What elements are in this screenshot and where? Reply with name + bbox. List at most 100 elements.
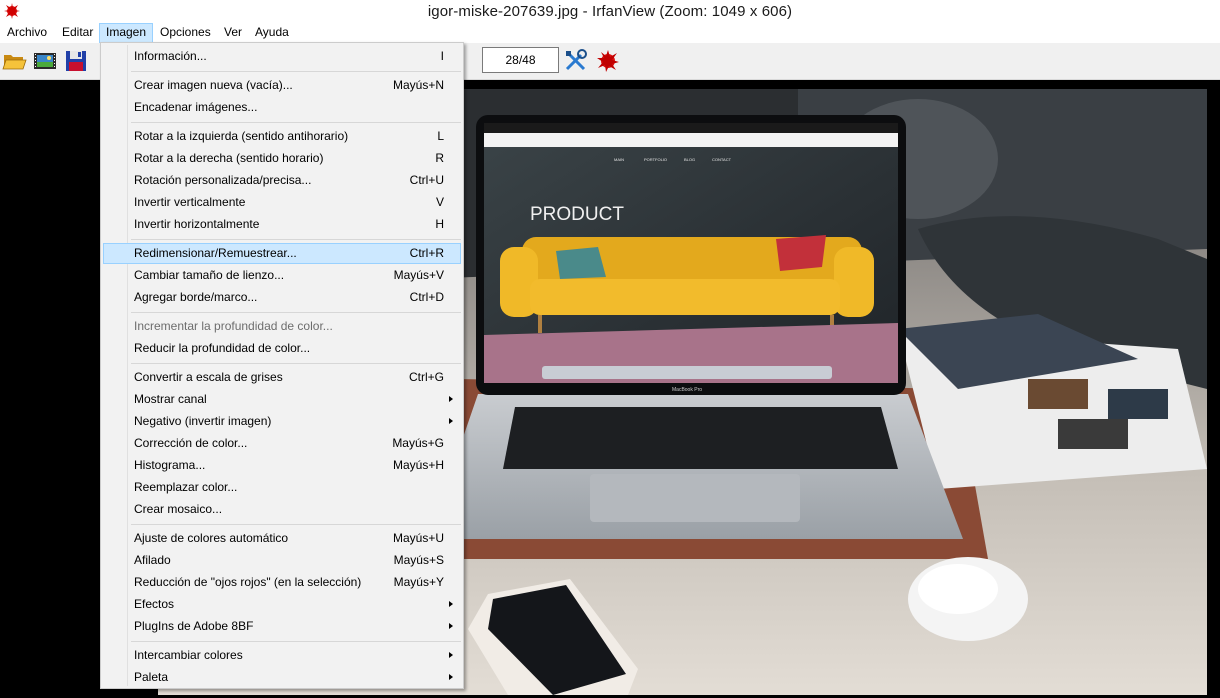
- menu-item-shortcut: L: [437, 129, 444, 143]
- menu-separator: [131, 524, 461, 525]
- menu-item-encadenar-imagenes[interactable]: Encadenar imágenes...: [103, 97, 461, 118]
- screen-product-heading: PRODUCT: [530, 204, 624, 225]
- menu-item-rotar-izquierda[interactable]: Rotar a la izquierda (sentido antihorari…: [103, 126, 461, 147]
- menu-item-correccion-color[interactable]: Corrección de color... Mayús+G: [103, 433, 461, 454]
- menu-item-shortcut: H: [435, 217, 444, 231]
- menu-item-rotar-derecha[interactable]: Rotar a la derecha (sentido horario) R: [103, 148, 461, 169]
- open-folder-icon[interactable]: [2, 48, 28, 74]
- menu-item-escala-grises[interactable]: Convertir a escala de grises Ctrl+G: [103, 367, 461, 388]
- menu-item-label: Redimensionar/Remuestrear...: [134, 246, 297, 260]
- screen-nav-portfolio: PORTFOLIO: [644, 157, 667, 162]
- menu-item-negativo[interactable]: Negativo (invertir imagen): [103, 411, 461, 432]
- menu-item-label: Mostrar canal: [134, 392, 207, 406]
- menu-item-label: Crear imagen nueva (vacía)...: [134, 78, 293, 92]
- menu-item-label: Reducción de "ojos rojos" (en la selecci…: [134, 575, 362, 589]
- menu-item-label: Intercambiar colores: [134, 648, 243, 662]
- screen-nav-blog: BLOG: [684, 157, 695, 162]
- menu-item-label: Invertir horizontalmente: [134, 217, 260, 231]
- menu-item-efectos[interactable]: Efectos: [103, 594, 461, 615]
- menu-ver[interactable]: Ver: [218, 23, 248, 43]
- menu-item-label: Convertir a escala de grises: [134, 370, 283, 384]
- menu-bar: Archivo Editar Imagen Opciones Ver Ayuda: [0, 23, 1220, 43]
- submenu-arrow-icon: [449, 396, 453, 402]
- menu-item-label: Reemplazar color...: [134, 480, 238, 494]
- slideshow-icon[interactable]: [32, 48, 58, 74]
- menu-item-shortcut: Mayús+H: [392, 458, 444, 472]
- menu-separator: [131, 641, 461, 642]
- menu-item-label: Información...: [134, 49, 207, 63]
- menu-item-intercambiar-colores[interactable]: Intercambiar colores: [103, 645, 461, 666]
- menu-item-shortcut: Ctrl+G: [408, 370, 444, 384]
- menu-opciones[interactable]: Opciones: [154, 23, 217, 43]
- menu-item-shortcut: I: [440, 49, 444, 63]
- irfanview-logo-icon[interactable]: [595, 48, 621, 74]
- menu-item-redimensionar[interactable]: Redimensionar/Remuestrear... Ctrl+R: [103, 243, 461, 264]
- menu-item-shortcut: Mayús+S: [393, 553, 444, 567]
- menu-item-label: Crear mosaico...: [134, 502, 223, 516]
- submenu-arrow-icon: [449, 601, 453, 607]
- menu-item-label: Afilado: [134, 553, 171, 567]
- save-icon[interactable]: [63, 48, 89, 74]
- menu-item-mostrar-canal[interactable]: Mostrar canal: [103, 389, 461, 410]
- menu-item-label: PlugIns de Adobe 8BF: [134, 619, 254, 633]
- menu-item-label: Agregar borde/marco...: [134, 290, 258, 304]
- menu-item-paleta[interactable]: Paleta: [103, 667, 461, 688]
- menu-item-informacion[interactable]: Información... I: [103, 46, 461, 67]
- menu-item-shortcut: Mayús+V: [393, 268, 444, 282]
- menu-ayuda[interactable]: Ayuda: [249, 23, 295, 43]
- menu-item-shortcut: Ctrl+R: [409, 246, 444, 260]
- menu-item-ajuste-colores-automatico[interactable]: Ajuste de colores automático Mayús+U: [103, 528, 461, 549]
- menu-separator: [131, 122, 461, 123]
- menu-item-invertir-horizontalmente[interactable]: Invertir horizontalmente H: [103, 214, 461, 235]
- submenu-arrow-icon: [449, 652, 453, 658]
- submenu-arrow-icon: [449, 418, 453, 424]
- menu-item-shortcut: Mayús+U: [392, 531, 444, 545]
- menu-item-label: Paleta: [134, 670, 169, 684]
- menu-item-agregar-borde[interactable]: Agregar borde/marco... Ctrl+D: [103, 287, 461, 308]
- menu-item-label: Rotar a la derecha (sentido horario): [134, 151, 324, 165]
- submenu-arrow-icon: [449, 623, 453, 629]
- menu-item-shortcut: Mayús+Y: [393, 575, 444, 589]
- menu-item-label: Ajuste de colores automático: [134, 531, 289, 545]
- menu-item-invertir-verticalmente[interactable]: Invertir verticalmente V: [103, 192, 461, 213]
- menu-item-reemplazar-color[interactable]: Reemplazar color...: [103, 477, 461, 498]
- menu-item-incrementar-profundidad: Incrementar la profundidad de color...: [103, 316, 461, 337]
- settings-tools-icon[interactable]: [563, 48, 589, 74]
- menu-item-crear-mosaico[interactable]: Crear mosaico...: [103, 499, 461, 520]
- menu-separator: [131, 71, 461, 72]
- submenu-arrow-icon: [449, 674, 453, 680]
- menu-item-reduccion-ojos-rojos[interactable]: Reducción de "ojos rojos" (en la selecci…: [103, 572, 461, 593]
- menu-item-label: Corrección de color...: [134, 436, 248, 450]
- menu-item-reducir-profundidad[interactable]: Reducir la profundidad de color...: [103, 338, 461, 359]
- menu-item-crear-imagen-nueva[interactable]: Crear imagen nueva (vacía)... Mayús+N: [103, 75, 461, 96]
- menu-item-label: Reducir la profundidad de color...: [134, 341, 311, 355]
- title-bar: igor-miske-207639.jpg - IrfanView (Zoom:…: [0, 0, 1220, 23]
- menu-editar[interactable]: Editar: [56, 23, 99, 43]
- menu-item-shortcut: V: [435, 195, 444, 209]
- menu-archivo[interactable]: Archivo: [1, 23, 53, 43]
- menu-item-shortcut: Ctrl+U: [409, 173, 444, 187]
- menu-separator: [131, 239, 461, 240]
- menu-item-label: Histograma...: [134, 458, 206, 472]
- menu-item-histograma[interactable]: Histograma... Mayús+H: [103, 455, 461, 476]
- menu-item-label: Incrementar la profundidad de color...: [134, 319, 333, 333]
- menu-item-shortcut: Mayús+G: [392, 436, 444, 450]
- page-counter-field[interactable]: 28/48: [482, 47, 559, 73]
- laptop-brand-label: MacBook Pro: [672, 387, 702, 393]
- menu-item-label: Cambiar tamaño de lienzo...: [134, 268, 285, 282]
- menu-item-cambiar-tamano-lienzo[interactable]: Cambiar tamaño de lienzo... Mayús+V: [103, 265, 461, 286]
- menu-item-shortcut: R: [435, 151, 444, 165]
- menu-item-shortcut: Mayús+N: [392, 78, 444, 92]
- menu-item-shortcut: Ctrl+D: [409, 290, 444, 304]
- imagen-dropdown-menu: Información... I Crear imagen nueva (vac…: [100, 42, 464, 689]
- menu-item-label: Invertir verticalmente: [134, 195, 246, 209]
- menu-item-rotacion-personalizada[interactable]: Rotación personalizada/precisa... Ctrl+U: [103, 170, 461, 191]
- menu-imagen[interactable]: Imagen: [99, 23, 154, 43]
- menu-separator: [131, 363, 461, 364]
- menu-item-plugins-adobe[interactable]: PlugIns de Adobe 8BF: [103, 616, 461, 637]
- menu-item-afilado[interactable]: Afilado Mayús+S: [103, 550, 461, 571]
- menu-item-label: Encadenar imágenes...: [134, 100, 258, 114]
- screen-nav-contact: CONTACT: [712, 157, 732, 162]
- menu-item-label: Efectos: [134, 597, 175, 611]
- menu-separator: [131, 312, 461, 313]
